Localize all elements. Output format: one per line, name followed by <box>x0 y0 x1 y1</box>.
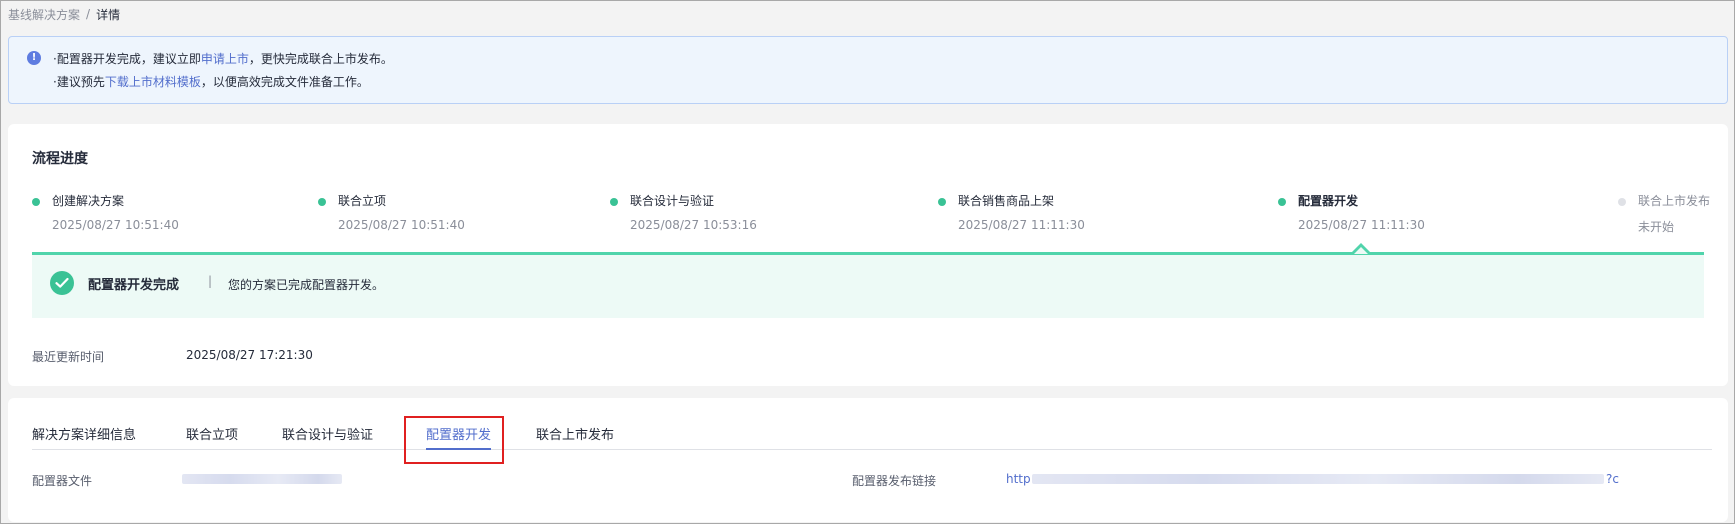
step-name: 联合立项 <box>338 194 387 208</box>
tab-label: 联合立项 <box>186 428 239 443</box>
notice-text: ，以便高效完成文件准备工作。 <box>200 75 369 89</box>
status-title: 配置器开发完成 <box>88 278 180 293</box>
step-name: 创建解决方案 <box>52 194 125 208</box>
step-time: 2025/08/27 11:11:30 <box>1298 218 1425 232</box>
apply-listing-link[interactable]: 申请上市 <box>201 52 249 66</box>
publish-link-label: 配置器发布链接 <box>852 474 937 488</box>
step-time: 2025/08/27 11:11:30 <box>958 218 1085 232</box>
step-dot <box>32 198 40 206</box>
status-description: 您的方案已完成配置器开发。 <box>228 278 385 292</box>
step-name: 联合设计与验证 <box>630 194 715 208</box>
notice-text: ·建议预先 <box>53 75 105 89</box>
notice-banner: ! ·配置器开发完成，建议立即申请上市，更快完成联合上市发布。 ·建议预先下载上… <box>8 36 1728 104</box>
status-pointer-fill <box>1354 247 1368 254</box>
check-circle-icon <box>50 271 74 295</box>
publish-link-start[interactable]: http <box>1006 472 1031 486</box>
step-time: 2025/08/27 10:53:16 <box>630 218 757 232</box>
step-dot <box>1278 198 1286 206</box>
last-update-label: 最近更新时间 <box>32 350 105 364</box>
step-time: 未开始 <box>1638 220 1675 234</box>
status-panel: 配置器开发完成 | 您的方案已完成配置器开发。 <box>32 252 1704 318</box>
tab-label: 联合上市发布 <box>536 428 615 443</box>
breadcrumb-current: 详情 <box>96 7 121 22</box>
last-update-value: 2025/08/27 17:21:30 <box>186 348 313 362</box>
step-dot <box>318 198 326 206</box>
notice-line-1: ·配置器开发完成，建议立即申请上市，更快完成联合上市发布。 <box>53 50 393 67</box>
notice-text: ·配置器开发完成，建议立即 <box>53 52 201 66</box>
notice-line-2: ·建议预先下载上市材料模板，以便高效完成文件准备工作。 <box>53 73 369 90</box>
download-template-link[interactable]: 下载上市材料模板 <box>105 75 201 89</box>
tab-joint-launch[interactable]: 联合上市发布 <box>536 424 614 443</box>
breadcrumb: 基线解决方案 / 详情 <box>8 5 120 23</box>
highlight-box <box>404 416 504 464</box>
breadcrumb-separator: / <box>86 7 91 21</box>
breadcrumb-parent[interactable]: 基线解决方案 <box>8 6 80 23</box>
step-name: 联合销售商品上架 <box>958 194 1055 208</box>
tab-solution-details[interactable]: 解决方案详细信息 <box>32 424 136 443</box>
config-file-value-redacted[interactable] <box>182 474 342 484</box>
progress-steps: 创建解决方案 2025/08/27 10:51:40 联合立项 2025/08/… <box>32 190 1712 250</box>
details-card: 解决方案详细信息 联合立项 联合设计与验证 配置器开发 联合上市发布 配置器文件… <box>8 398 1728 522</box>
step-dot <box>1618 198 1626 206</box>
progress-card: 流程进度 创建解决方案 2025/08/27 10:51:40 联合立项 202… <box>8 124 1728 386</box>
publish-link-end[interactable]: ?c <box>1606 472 1619 486</box>
publish-link-redacted[interactable] <box>1032 474 1604 484</box>
tab-label: 联合设计与验证 <box>282 428 374 443</box>
config-file-label: 配置器文件 <box>32 474 93 488</box>
step-name: 联合上市发布 <box>1638 194 1711 208</box>
step-time: 2025/08/27 10:51:40 <box>52 218 179 232</box>
detail-tabs: 解决方案详细信息 联合立项 联合设计与验证 配置器开发 联合上市发布 <box>32 414 1712 450</box>
step-time: 2025/08/27 10:51:40 <box>338 218 465 232</box>
progress-title: 流程进度 <box>32 151 88 167</box>
info-icon: ! <box>27 51 41 65</box>
tab-label: 解决方案详细信息 <box>32 428 137 443</box>
tab-joint-project[interactable]: 联合立项 <box>186 424 238 443</box>
status-separator: | <box>208 274 213 288</box>
step-dot <box>610 198 618 206</box>
notice-text: ，更快完成联合上市发布。 <box>248 52 393 66</box>
step-dot <box>938 198 946 206</box>
tab-joint-design[interactable]: 联合设计与验证 <box>282 424 373 443</box>
step-name: 配置器开发 <box>1298 194 1359 208</box>
